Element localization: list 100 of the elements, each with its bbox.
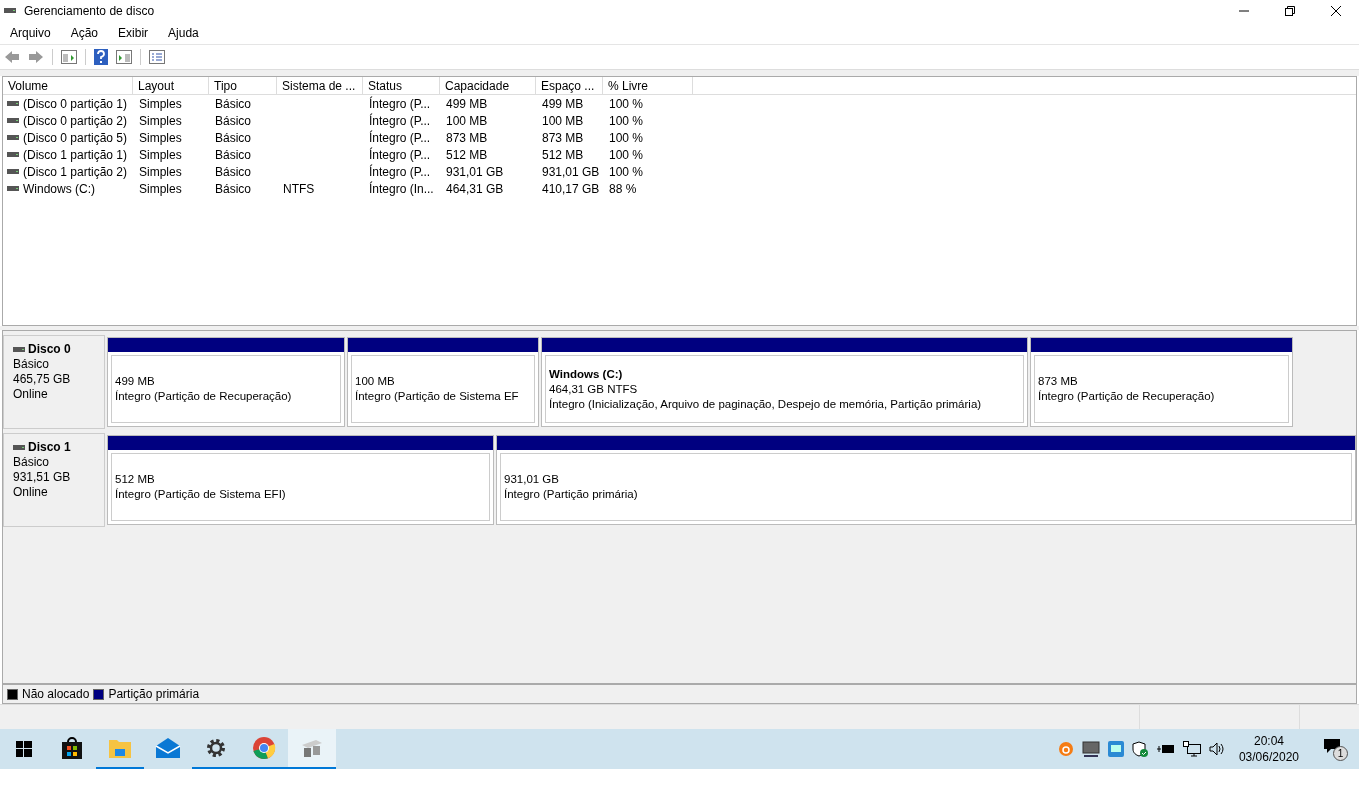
partition-size: 499 MB — [115, 374, 156, 389]
network-icon[interactable] — [1182, 741, 1201, 757]
partition-status: Íntegro (Partição de Recuperação) — [115, 389, 293, 404]
drive-icon — [7, 151, 19, 158]
partition-status: Íntegro (Partição primária) — [504, 487, 639, 502]
partition-block[interactable]: Windows (C:) 464,31 GB NTFS Íntegro (Inicialização, Arquivo de paginação, Despejo de memória, Partição primária) — [541, 337, 1028, 427]
column-header[interactable]: Espaço ... — [536, 77, 603, 94]
disk-info-panel[interactable]: Disco 0 Básico 465,75 GB Online — [3, 335, 105, 429]
table-cell-text: NTFS — [283, 180, 315, 198]
drive-icon — [7, 185, 19, 192]
drive-icon — [7, 117, 19, 124]
shield-check-icon[interactable] — [1131, 740, 1149, 758]
partition-size: 873 MB — [1038, 374, 1079, 389]
column-header[interactable]: Status — [363, 77, 440, 94]
forward-arrow-icon[interactable] — [28, 50, 44, 64]
menu-item[interactable]: Arquivo — [0, 24, 61, 42]
partition-size: 464,31 GB NTFS — [549, 381, 639, 397]
table-cell-text: 931,01 GB — [542, 163, 600, 181]
partition-label: Windows (C:) — [549, 366, 624, 382]
table-cell-text: 873 MB — [542, 129, 584, 147]
disk-name: Disco 1 — [28, 440, 71, 455]
table-cell-text: Básico — [215, 146, 252, 164]
table-cell-text: Íntegro (P... — [369, 95, 431, 113]
table-cell-text: 499 MB — [542, 95, 584, 113]
menu-item[interactable]: Exibir — [108, 24, 159, 42]
folder-icon — [108, 737, 132, 759]
panel-icon[interactable] — [61, 50, 77, 64]
table-cell-text: Íntegro (P... — [369, 129, 431, 147]
network-app-icon[interactable] — [1107, 741, 1124, 757]
table-cell-text: 100 MB — [542, 112, 584, 130]
disk-type: Básico — [13, 357, 51, 372]
partition-status: Íntegro (Partição de Recuperação) — [1038, 389, 1216, 404]
checklist-icon[interactable] — [149, 50, 165, 64]
table-cell-text: Simples — [139, 163, 182, 181]
help-icon[interactable] — [94, 49, 108, 65]
table-cell-text: 100 % — [609, 146, 644, 164]
table-cell-text: Íntegro (In... — [369, 180, 434, 198]
partition-block[interactable]: 873 MB Íntegro (Partição de Recuperação) — [1030, 337, 1293, 427]
table-cell-text: 499 MB — [446, 95, 488, 113]
legend-label: Partição primária — [108, 686, 200, 703]
table-cell-text: 873 MB — [446, 129, 488, 147]
table-cell-text: 100 % — [609, 95, 644, 113]
menu-item[interactable]: Ação — [60, 24, 109, 42]
battery-icon[interactable] — [1156, 743, 1175, 755]
partition-block[interactable]: 931,01 GB Íntegro (Partição primária) — [496, 435, 1356, 525]
partition-size: 512 MB — [115, 472, 156, 487]
panel-icon[interactable] — [116, 50, 132, 64]
clock-time: 20:04 — [1253, 733, 1284, 749]
table-cell-text: Íntegro (P... — [369, 163, 431, 181]
speaker-icon[interactable] — [1208, 741, 1225, 757]
disk-name: Disco 0 — [28, 342, 71, 357]
drive-icon — [7, 134, 19, 141]
table-cell-text: Simples — [139, 129, 182, 147]
partition-block[interactable]: 499 MB Íntegro (Partição de Recuperação) — [107, 337, 345, 427]
column-header[interactable]: Sistema de ... — [277, 77, 363, 94]
column-header[interactable]: % Livre — [603, 77, 693, 94]
table-cell-text: Básico — [215, 129, 252, 147]
table-cell-text: Simples — [139, 146, 182, 164]
table-cell-text: 410,17 GB — [542, 180, 600, 198]
table-cell-text: Íntegro (P... — [369, 112, 431, 130]
back-arrow-icon[interactable] — [4, 50, 20, 64]
partition-block[interactable]: 512 MB Íntegro (Partição de Sistema EFI) — [107, 435, 494, 525]
table-cell-text: (Disco 1 partição 2) — [23, 163, 128, 181]
partition-status: Íntegro (Inicialização, Arquivo de paginação, Despejo de memória, Partição primária) — [549, 396, 983, 412]
partition-size: 100 MB — [355, 374, 396, 389]
table-cell-text: Windows (C:) — [23, 180, 95, 198]
column-header[interactable]: Volume — [3, 77, 133, 94]
table-cell-text: 464,31 GB — [446, 180, 504, 198]
shopping-bag-icon — [60, 736, 84, 760]
partition-status: Íntegro (Partição de Sistema EFI) — [115, 487, 287, 502]
table-cell-text: 100 % — [609, 129, 644, 147]
disk-drive-icon — [300, 737, 324, 759]
table-cell-text: Básico — [215, 112, 252, 130]
disk-info-panel[interactable]: Disco 1 Básico 931,51 GB Online — [3, 433, 105, 527]
table-cell-text: 88 % — [609, 180, 637, 198]
clock[interactable]: 20:04 03/06/2020 — [1232, 733, 1305, 765]
window-title: Gerenciamento de disco — [24, 3, 155, 20]
antivirus-icon[interactable] — [1057, 741, 1074, 757]
table-cell-text: (Disco 1 partição 1) — [23, 146, 128, 164]
table-cell-text: (Disco 0 partição 1) — [23, 95, 128, 113]
column-header[interactable]: Capacidade — [440, 77, 536, 94]
disk-status: Online — [13, 485, 49, 500]
partition-status: Íntegro (Partição de Sistema EF — [355, 389, 520, 404]
table-cell-text: Básico — [215, 180, 252, 198]
table-cell-text: Íntegro (P... — [369, 146, 431, 164]
table-cell-text: 100 MB — [446, 112, 488, 130]
menu-item[interactable]: Ajuda — [158, 24, 209, 42]
envelope-icon — [155, 737, 181, 759]
monitor-icon[interactable] — [1081, 741, 1100, 757]
table-cell-text: (Disco 0 partição 2) — [23, 112, 128, 130]
table-cell-text: 512 MB — [542, 146, 584, 164]
drive-icon — [7, 100, 19, 107]
drive-icon — [4, 8, 16, 14]
clock-date: 03/06/2020 — [1238, 749, 1299, 765]
column-header[interactable]: Tipo — [209, 77, 277, 94]
partition-block[interactable]: 100 MB Íntegro (Partição de Sistema EF — [347, 337, 539, 427]
windows-logo-icon — [16, 741, 32, 757]
table-cell-text: 100 % — [609, 163, 644, 181]
column-header[interactable]: Layout — [133, 77, 209, 94]
disk-type: Básico — [13, 455, 51, 470]
